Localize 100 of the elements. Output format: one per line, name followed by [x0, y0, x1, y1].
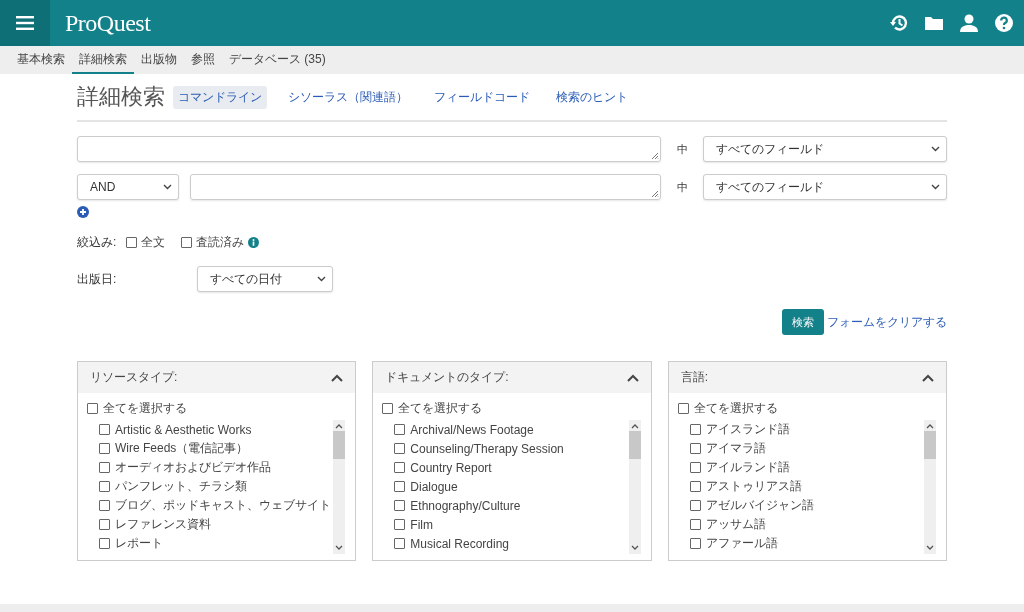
scroll-up-icon[interactable] — [926, 423, 934, 429]
checkbox-label[interactable]: アイスランド語 — [705, 421, 790, 438]
scrollbar[interactable] — [333, 420, 346, 554]
checkbox-label[interactable]: Counseling/Therapy Session — [410, 441, 564, 456]
checkbox[interactable] — [394, 462, 406, 473]
checkbox[interactable] — [689, 424, 701, 435]
nav-tab[interactable]: 出版物 — [134, 46, 184, 74]
facet-header[interactable]: ドキュメントのタイプ: — [373, 362, 651, 393]
scroll-down-icon[interactable] — [630, 545, 639, 551]
info-icon[interactable] — [248, 237, 260, 248]
checkbox[interactable] — [677, 403, 689, 414]
checkbox-label[interactable]: レポート — [115, 535, 163, 552]
checkbox[interactable] — [382, 403, 394, 414]
checkbox[interactable] — [689, 443, 701, 454]
chevron-up-icon[interactable] — [626, 373, 639, 382]
checkbox-label[interactable]: 全てを選択する — [398, 400, 483, 417]
checkbox-label[interactable]: Archival/News Footage — [410, 422, 534, 437]
history-icon[interactable] — [889, 13, 909, 33]
checkbox-label[interactable]: アストゥリアス語 — [705, 478, 802, 495]
operator-select[interactable]: AND — [77, 174, 179, 200]
checkbox[interactable] — [394, 519, 406, 530]
date-select[interactable]: すべての日付 — [197, 266, 333, 292]
checkbox-label[interactable]: 全てを選択する — [103, 400, 187, 417]
scrollbar[interactable] — [924, 420, 936, 554]
limit-label: 絞込み: — [77, 234, 117, 251]
checkbox[interactable] — [87, 403, 98, 414]
search-input-field[interactable] — [77, 136, 661, 162]
field-select[interactable]: すべてのフィールド — [703, 136, 947, 162]
scroll-down-icon[interactable] — [926, 545, 934, 551]
facet-header[interactable]: 言語: — [668, 362, 946, 393]
folder-icon[interactable] — [924, 14, 944, 32]
search-mode-link[interactable]: 検索のヒント — [551, 85, 633, 109]
nav-tab[interactable]: 参照 — [184, 46, 222, 74]
search-mode-link[interactable]: コマンドライン — [173, 85, 267, 109]
checkbox-label[interactable]: Dialogue — [410, 479, 458, 494]
nav-tab[interactable]: 詳細検索 — [72, 46, 134, 74]
chevron-up-icon[interactable] — [331, 373, 344, 382]
checkbox[interactable] — [394, 424, 406, 435]
checkbox[interactable] — [689, 500, 701, 511]
checkbox-label[interactable]: Musical Recording — [410, 536, 510, 551]
scrollbar-thumb[interactable] — [333, 431, 346, 459]
checkbox[interactable] — [99, 424, 110, 435]
resize-grip-icon — [651, 152, 659, 160]
checkbox[interactable] — [394, 443, 406, 454]
checkbox[interactable] — [689, 538, 701, 549]
checkbox[interactable] — [689, 462, 701, 473]
checkbox[interactable] — [689, 481, 701, 492]
checkbox[interactable] — [99, 519, 110, 530]
checkbox-label[interactable]: 査読済み — [196, 234, 245, 251]
checkbox-label[interactable]: 全てを選択する — [693, 400, 778, 417]
scroll-down-icon[interactable] — [335, 545, 344, 551]
scroll-up-icon[interactable] — [630, 423, 639, 429]
checkbox-label[interactable]: Ethnography/Culture — [410, 498, 521, 513]
clear-form-link[interactable]: フォームをクリアする — [827, 313, 947, 331]
date-label: 出版日: — [77, 270, 118, 288]
search-input-field[interactable] — [190, 174, 661, 200]
checkbox[interactable] — [394, 500, 406, 511]
checkbox[interactable] — [394, 538, 406, 549]
checkbox[interactable] — [99, 462, 110, 473]
checkbox-label[interactable]: Film — [410, 517, 433, 532]
checkbox[interactable] — [689, 519, 701, 530]
checkbox[interactable] — [181, 237, 193, 248]
search-button[interactable]: 検索 — [782, 309, 824, 335]
field-select[interactable]: すべてのフィールド — [703, 174, 947, 200]
checkbox-label[interactable]: アイマラ語 — [705, 440, 766, 457]
checkbox-label[interactable]: 全文 — [141, 234, 166, 251]
add-row-icon[interactable] — [77, 206, 89, 218]
checkbox[interactable] — [99, 500, 110, 511]
search-mode-link[interactable]: シソーラス（関連語） — [283, 85, 413, 109]
checkbox-label[interactable]: Country Report — [410, 460, 492, 475]
facet-header[interactable]: リソースタイプ: — [78, 362, 356, 393]
nav-tab[interactable]: データベース (35) — [222, 46, 333, 74]
scrollbar-thumb[interactable] — [924, 431, 936, 459]
checkbox-label[interactable]: レファレンス資料 — [115, 516, 211, 533]
checkbox-label[interactable]: アッサム語 — [705, 516, 766, 533]
checkbox-label[interactable]: パンフレット、チラシ類 — [115, 478, 247, 495]
scrollbar-thumb[interactable] — [628, 431, 641, 459]
checkbox-label[interactable]: ブログ、ポッドキャスト、ウェブサイト — [115, 497, 331, 514]
checkbox-label[interactable]: アゼルバイジャン語 — [705, 497, 814, 514]
checkbox[interactable] — [99, 443, 110, 454]
scrollbar[interactable] — [628, 420, 641, 554]
scroll-up-icon[interactable] — [335, 423, 344, 429]
checkbox[interactable] — [394, 481, 406, 492]
checkbox-label[interactable]: Artistic & Aesthetic Works — [115, 422, 252, 437]
checkbox-label[interactable]: アイルランド語 — [705, 459, 790, 476]
help-icon[interactable] — [994, 13, 1014, 33]
checkbox[interactable] — [126, 237, 138, 248]
search-mode-link[interactable]: フィールドコード — [429, 85, 535, 109]
checkbox-label[interactable]: アファール語 — [705, 535, 778, 552]
nav-tab[interactable]: 基本検索 — [10, 46, 72, 74]
checkbox-label[interactable]: Wire Feeds（電信記事） — [115, 440, 249, 457]
menu-button[interactable] — [0, 0, 50, 46]
page-title: 詳細検索 — [77, 83, 165, 111]
checkbox-label[interactable]: オーディオおよびビデオ作品 — [115, 459, 271, 476]
checkbox[interactable] — [99, 538, 110, 549]
logo[interactable]: ProQuest — [65, 9, 151, 37]
chevron-down-icon — [163, 184, 172, 190]
checkbox[interactable] — [99, 481, 110, 492]
user-icon[interactable] — [959, 13, 979, 33]
chevron-up-icon[interactable] — [922, 373, 934, 382]
